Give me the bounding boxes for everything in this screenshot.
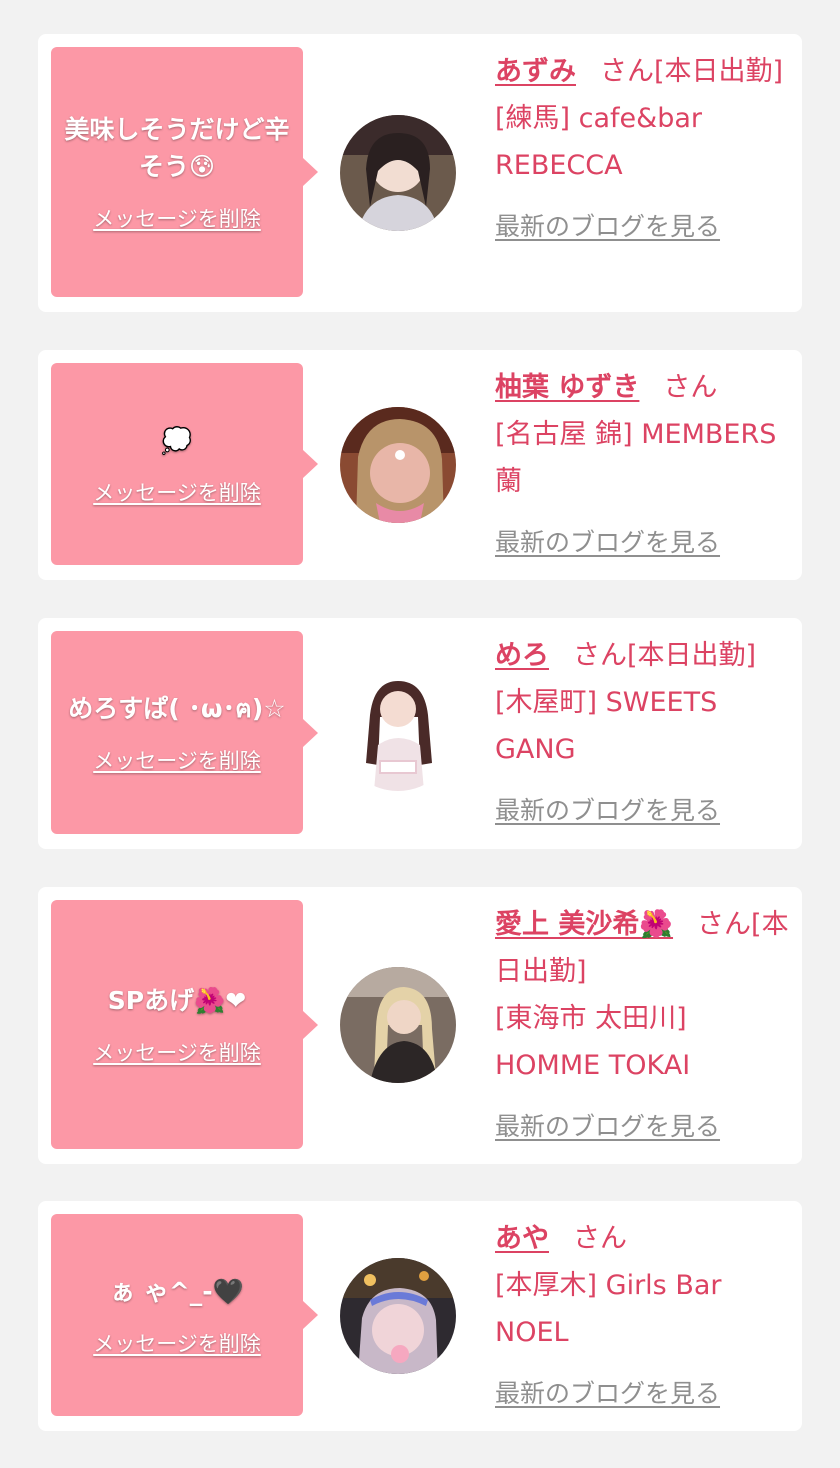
message-body: 美味しそうだけど辛そう	[64, 115, 290, 181]
person-photo-icon	[340, 967, 456, 1083]
avatar[interactable]	[340, 115, 456, 231]
delete-message-link[interactable]: メッセージを削除	[93, 1328, 261, 1358]
cast-suffix: さん	[663, 372, 718, 403]
message-emoji: 💭	[161, 425, 193, 455]
person-photo-icon	[340, 115, 456, 231]
shop-name: [練馬] cafe&bar REBECCA	[495, 103, 702, 181]
delete-message-link[interactable]: メッセージを削除	[93, 477, 261, 507]
cast-suffix: さん	[573, 1223, 627, 1254]
message-bubble: 美味しそうだけど辛そう😰 メッセージを削除	[51, 47, 318, 297]
latest-blog-link[interactable]: 最新のブログを見る	[495, 1370, 720, 1417]
cast-info: あや さん [本厚木] Girls Bar NOEL 最新のブログを見る	[495, 1215, 795, 1417]
message-card: ぁ ゃ^_-🖤 メッセージを削除 あや さん [本厚木] Girls Bar NO…	[38, 1201, 802, 1431]
cast-info: 柚葉 ゆずき さん [名古屋 錦] MEMBERS 蘭 最新のブログを見る	[495, 364, 795, 566]
message-card: SPあげ🌺❤ メッセージを削除 愛上 美沙希🌺 さん[本日出勤] [東海市 太田川…	[38, 887, 802, 1164]
message-body: ぁ ゃ^_-	[110, 1276, 213, 1306]
message-text: 美味しそうだけど辛そう😰	[51, 111, 303, 185]
message-card: 💭 メッセージを削除 柚葉 ゆずき さん [名古屋 錦] MEMBERS 蘭 最新…	[38, 350, 802, 580]
person-photo-icon	[340, 1258, 456, 1374]
cast-suffix: さん[本日出勤]	[600, 56, 784, 87]
shop-name: [本厚木] Girls Bar NOEL	[495, 1270, 722, 1348]
latest-blog-link[interactable]: 最新のブログを見る	[495, 203, 720, 250]
message-emoji: 🌺❤	[194, 986, 247, 1015]
message-body: SPあげ	[107, 986, 195, 1015]
latest-blog-link[interactable]: 最新のブログを見る	[495, 1103, 720, 1150]
latest-blog-link[interactable]: 最新のブログを見る	[495, 519, 720, 566]
cast-name-link[interactable]: 柚葉 ゆずき	[495, 372, 639, 403]
latest-blog-link[interactable]: 最新のブログを見る	[495, 787, 720, 834]
cast-info: 愛上 美沙希🌺 さん[本日出勤] [東海市 太田川] HOMME TOKAI 最新…	[495, 901, 795, 1150]
avatar[interactable]	[340, 407, 456, 523]
cast-name-link[interactable]: めろ	[495, 640, 549, 671]
message-card: 美味しそうだけど辛そう😰 メッセージを削除 あずみ さん[本日出勤] [練馬] c…	[38, 34, 802, 312]
cast-name-link[interactable]: あや	[495, 1223, 549, 1254]
avatar[interactable]	[340, 967, 456, 1083]
shop-name: [名古屋 錦] MEMBERS 蘭	[495, 419, 777, 497]
cast-name-link[interactable]: あずみ	[495, 56, 576, 87]
delete-message-link[interactable]: メッセージを削除	[93, 745, 261, 775]
message-card: めろすぱ( ･ω･ฅ)☆ メッセージを削除 めろ さん[本日出勤] [木屋町] S…	[38, 618, 802, 849]
message-emoji: 😰	[188, 152, 216, 181]
avatar[interactable]	[340, 675, 456, 791]
message-text: SPあげ🌺❤	[96, 982, 258, 1019]
shop-name: [木屋町] SWEETS GANG	[495, 687, 718, 765]
cast-suffix: さん[本日出勤]	[573, 640, 757, 671]
message-bubble: めろすぱ( ･ω･ฅ)☆ メッセージを削除	[51, 631, 318, 834]
shop-name: [東海市 太田川] HOMME TOKAI	[495, 1003, 691, 1081]
message-body: めろすぱ( ･ω･ฅ)	[68, 694, 264, 723]
message-bubble: ぁ ゃ^_-🖤 メッセージを削除	[51, 1214, 318, 1416]
message-text: 💭	[149, 422, 204, 459]
cast-info: あずみ さん[本日出勤] [練馬] cafe&bar REBECCA 最新のブログ…	[495, 48, 795, 250]
cast-info: めろ さん[本日出勤] [木屋町] SWEETS GANG 最新のブログを見る	[495, 632, 795, 834]
message-emoji: 🖤	[212, 1276, 244, 1306]
message-bubble: 💭 メッセージを削除	[51, 363, 318, 565]
message-bubble: SPあげ🌺❤ メッセージを削除	[51, 900, 318, 1149]
cast-name-link[interactable]: 愛上 美沙希🌺	[495, 909, 673, 940]
message-text: めろすぱ( ･ω･ฅ)☆	[64, 690, 289, 727]
person-photo-icon	[340, 675, 456, 791]
avatar[interactable]	[340, 1258, 456, 1374]
person-photo-icon	[340, 407, 456, 523]
message-text: ぁ ゃ^_-🖤	[98, 1273, 256, 1310]
delete-message-link[interactable]: メッセージを削除	[93, 203, 261, 233]
delete-message-link[interactable]: メッセージを削除	[93, 1037, 261, 1067]
message-emoji: ☆	[263, 694, 286, 723]
message-list: 美味しそうだけど辛そう😰 メッセージを削除 あずみ さん[本日出勤] [練馬] c…	[0, 0, 840, 1468]
